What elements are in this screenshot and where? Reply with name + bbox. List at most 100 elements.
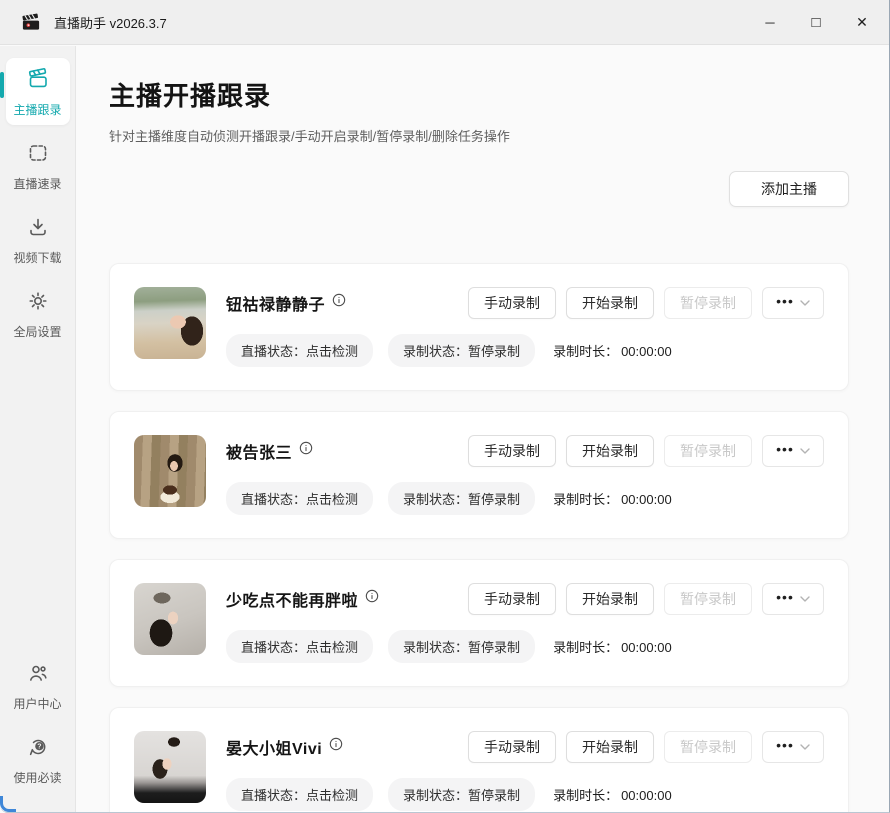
sidebar-item-usage-guide[interactable]: ? 使用必读 [6, 726, 70, 793]
app-window: 直播助手 v2026.3.7 ─ □ ✕ 主播跟录 直播速录 视频下载 全局设置… [0, 0, 890, 813]
clapperboard-icon [26, 67, 50, 96]
toolbar-row: 添加主播 [109, 171, 849, 207]
sidebar-item-streamer-follow-record[interactable]: 主播跟录 [0, 58, 70, 125]
titlebar: 直播助手 v2026.3.7 ─ □ ✕ [0, 0, 889, 45]
more-actions-dropdown[interactable]: ••• [762, 435, 824, 467]
chevron-down-icon [800, 300, 810, 306]
streamer-avatar [134, 583, 206, 655]
gear-icon [26, 289, 50, 318]
info-icon[interactable] [299, 441, 313, 455]
info-icon[interactable] [329, 737, 343, 751]
card-button-group: 手动录制 开始录制 暂停录制 ••• [468, 287, 824, 319]
card-button-group: 手动录制 开始录制 暂停录制 ••• [468, 435, 824, 467]
manual-record-button[interactable]: 手动录制 [468, 583, 556, 615]
record-status-pill[interactable]: 录制状态：暂停录制 [388, 778, 536, 811]
record-status-pill[interactable]: 录制状态：暂停录制 [388, 482, 536, 515]
sidebar-item-live-quick-record[interactable]: 直播速录 [6, 132, 70, 199]
ellipsis-icon: ••• [776, 293, 794, 309]
more-actions-dropdown[interactable]: ••• [762, 583, 824, 615]
pause-record-button[interactable]: 暂停录制 [664, 287, 752, 319]
duration-value: 00:00:00 [621, 344, 672, 359]
streamer-avatar [134, 435, 206, 507]
pause-record-button[interactable]: 暂停录制 [664, 583, 752, 615]
duration-value: 00:00:00 [621, 492, 672, 507]
duration-label: 录制时长： [553, 344, 619, 359]
record-status-label: 录制状态： [403, 640, 469, 655]
pause-record-button[interactable]: 暂停录制 [664, 435, 752, 467]
info-icon[interactable] [332, 293, 346, 307]
start-record-button[interactable]: 开始录制 [566, 287, 654, 319]
minimize-button[interactable]: ─ [747, 0, 793, 44]
sidebar-item-label: 使用必读 [13, 771, 62, 785]
record-status-pill[interactable]: 录制状态：暂停录制 [388, 630, 536, 663]
streamer-name: 被告张三 [226, 445, 293, 462]
start-record-button[interactable]: 开始录制 [566, 435, 654, 467]
streamer-avatar [134, 731, 206, 803]
live-status-value: 点击检测 [306, 344, 359, 359]
streamer-name: 钮祜禄静静子 [226, 297, 326, 314]
pause-record-button[interactable]: 暂停录制 [664, 731, 752, 763]
live-status-pill[interactable]: 直播状态：点击检测 [226, 334, 374, 367]
manual-record-button[interactable]: 手动录制 [468, 287, 556, 319]
streamer-avatar [134, 287, 206, 359]
streamer-card-body: 晏大小姐Vivi 手动录制 开始录制 暂停录制 ••• 直播状态：点击检测 录制… [226, 731, 824, 811]
manual-record-button[interactable]: 手动录制 [468, 731, 556, 763]
live-status-label: 直播状态： [241, 492, 307, 507]
duration-label: 录制时长： [553, 788, 619, 803]
info-icon[interactable] [365, 589, 379, 603]
manual-record-button[interactable]: 手动录制 [468, 435, 556, 467]
duration-value: 00:00:00 [621, 640, 672, 655]
ellipsis-icon: ••• [776, 589, 794, 605]
users-icon [26, 661, 50, 690]
record-duration: 录制时长： 00:00:00 [553, 637, 672, 656]
sidebar-item-label: 直播速录 [13, 177, 62, 191]
live-status-value: 点击检测 [306, 640, 359, 655]
sidebar-item-video-download[interactable]: 视频下载 [6, 206, 70, 273]
live-status-label: 直播状态： [241, 640, 307, 655]
record-status-label: 录制状态： [403, 344, 469, 359]
card-button-group: 手动录制 开始录制 暂停录制 ••• [468, 731, 824, 763]
svg-text:?: ? [37, 744, 41, 751]
main-content: 主播开播跟录 针对主播维度自动侦测开播跟录/手动开启录制/暂停录制/删除任务操作… [77, 46, 889, 812]
start-record-button[interactable]: 开始录制 [566, 731, 654, 763]
streamer-card-list: 钮祜禄静静子 手动录制 开始录制 暂停录制 ••• 直播状态：点击检测 录制状态… [109, 263, 849, 812]
add-streamer-button[interactable]: 添加主播 [729, 171, 849, 207]
live-status-pill[interactable]: 直播状态：点击检测 [226, 778, 374, 811]
record-duration: 录制时长： 00:00:00 [553, 785, 672, 804]
streamer-card-body: 少吃点不能再胖啦 手动录制 开始录制 暂停录制 ••• 直播状态：点击检测 录制… [226, 583, 824, 663]
sidebar-item-global-settings[interactable]: 全局设置 [6, 280, 70, 347]
duration-label: 录制时长： [553, 640, 619, 655]
live-status-value: 点击检测 [306, 492, 359, 507]
record-status-value: 暂停录制 [468, 344, 521, 359]
sidebar-item-user-center[interactable]: 用户中心 [6, 652, 70, 719]
window-controls: ─ □ ✕ [747, 0, 889, 44]
page-title: 主播开播跟录 [109, 81, 272, 111]
duration-value: 00:00:00 [621, 788, 672, 803]
record-status-label: 录制状态： [403, 788, 469, 803]
live-status-label: 直播状态： [241, 788, 307, 803]
sidebar-item-label: 用户中心 [13, 697, 62, 711]
streamer-card: 晏大小姐Vivi 手动录制 开始录制 暂停录制 ••• 直播状态：点击检测 录制… [109, 707, 849, 812]
help-bubble-icon: ? [26, 735, 50, 764]
more-actions-dropdown[interactable]: ••• [762, 731, 824, 763]
card-button-group: 手动录制 开始录制 暂停录制 ••• [468, 583, 824, 615]
close-button[interactable]: ✕ [839, 0, 885, 44]
ellipsis-icon: ••• [776, 441, 794, 457]
live-status-value: 点击检测 [306, 788, 359, 803]
chevron-down-icon [800, 596, 810, 602]
record-status-value: 暂停录制 [468, 492, 521, 507]
download-icon [26, 215, 50, 244]
record-status-value: 暂停录制 [468, 640, 521, 655]
start-record-button[interactable]: 开始录制 [566, 583, 654, 615]
record-status-pill[interactable]: 录制状态：暂停录制 [388, 334, 536, 367]
live-status-pill[interactable]: 直播状态：点击检测 [226, 482, 374, 515]
live-status-pill[interactable]: 直播状态：点击检测 [226, 630, 374, 663]
ellipsis-icon: ••• [776, 737, 794, 753]
maximize-button[interactable]: □ [793, 0, 839, 44]
streamer-name: 少吃点不能再胖啦 [226, 593, 359, 610]
chevron-down-icon [800, 744, 810, 750]
streamer-card-body: 钮祜禄静静子 手动录制 开始录制 暂停录制 ••• 直播状态：点击检测 录制状态… [226, 287, 824, 367]
more-actions-dropdown[interactable]: ••• [762, 287, 824, 319]
streamer-card: 被告张三 手动录制 开始录制 暂停录制 ••• 直播状态：点击检测 录制状态：暂… [109, 411, 849, 539]
live-status-label: 直播状态： [241, 344, 307, 359]
